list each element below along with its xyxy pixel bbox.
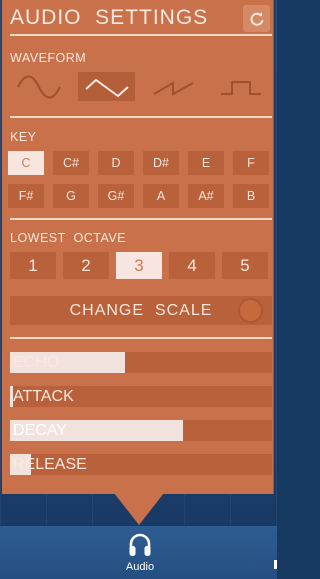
key-f-button[interactable]: F [233, 151, 269, 175]
key-divider [10, 218, 272, 220]
refresh-icon [250, 11, 263, 26]
panel-pointer-arrow [114, 493, 164, 525]
title-divider [10, 34, 272, 36]
refresh-button[interactable] [243, 5, 270, 32]
key-a-button[interactable]: A [143, 184, 179, 208]
waveform-sawtooth-button[interactable] [145, 72, 202, 101]
tab-audio[interactable]: Audio [115, 532, 165, 576]
release-slider[interactable]: RELEASE [10, 454, 272, 475]
waveform-label: WAVEFORM [10, 51, 87, 65]
key-d-button[interactable]: D [98, 151, 134, 175]
waveform-sine-button[interactable] [10, 72, 67, 101]
octave-1-button[interactable]: 1 [10, 252, 56, 279]
change-scale-button[interactable]: CHANGE SCALE [10, 296, 272, 325]
key-f-sharp-button[interactable]: F# [8, 184, 44, 208]
key-e-button[interactable]: E [188, 151, 224, 175]
octave-2-button[interactable]: 2 [63, 252, 109, 279]
key-c-button[interactable]: C [8, 151, 44, 175]
key-c-sharp-button[interactable]: C# [53, 151, 89, 175]
sawtooth-wave-icon [152, 80, 193, 96]
echo-slider-label: ECHO [13, 354, 60, 371]
waveform-divider [10, 116, 272, 118]
key-g-sharp-button[interactable]: G# [98, 184, 134, 208]
next-tab-edge[interactable] [274, 560, 277, 569]
key-label: KEY [10, 130, 37, 144]
key-g-button[interactable]: G [53, 184, 89, 208]
tab-audio-label: Audio [125, 561, 155, 573]
octave-5-button[interactable]: 5 [222, 252, 268, 279]
echo-slider[interactable]: ECHO [10, 352, 272, 373]
key-b-button[interactable]: B [233, 184, 269, 208]
release-slider-label: RELEASE [13, 456, 87, 473]
waveform-triangle-button[interactable] [78, 72, 135, 101]
decay-slider-label: DECAY [13, 422, 67, 439]
square-wave-icon [220, 80, 261, 95]
audio-settings-panel: AUDIO SETTINGS WAVEFORM KEY C C# D D# E … [2, 0, 274, 494]
attack-slider[interactable]: ATTACK [10, 386, 272, 407]
scale-divider [10, 337, 272, 339]
headphones-icon [129, 533, 151, 556]
key-a-sharp-button[interactable]: A# [188, 184, 224, 208]
lowest-octave-label: LOWEST OCTAVE [10, 231, 127, 245]
change-scale-toggle-knob[interactable] [240, 300, 261, 321]
sine-wave-icon [16, 75, 61, 98]
octave-4-button[interactable]: 4 [169, 252, 215, 279]
panel-title: AUDIO SETTINGS [10, 6, 209, 29]
octave-3-button[interactable]: 3 [116, 252, 162, 279]
waveform-square-button[interactable] [212, 72, 269, 101]
attack-slider-label: ATTACK [13, 388, 74, 405]
key-d-sharp-button[interactable]: D# [143, 151, 179, 175]
decay-slider[interactable]: DECAY [10, 420, 272, 441]
triangle-wave-icon [84, 78, 129, 97]
